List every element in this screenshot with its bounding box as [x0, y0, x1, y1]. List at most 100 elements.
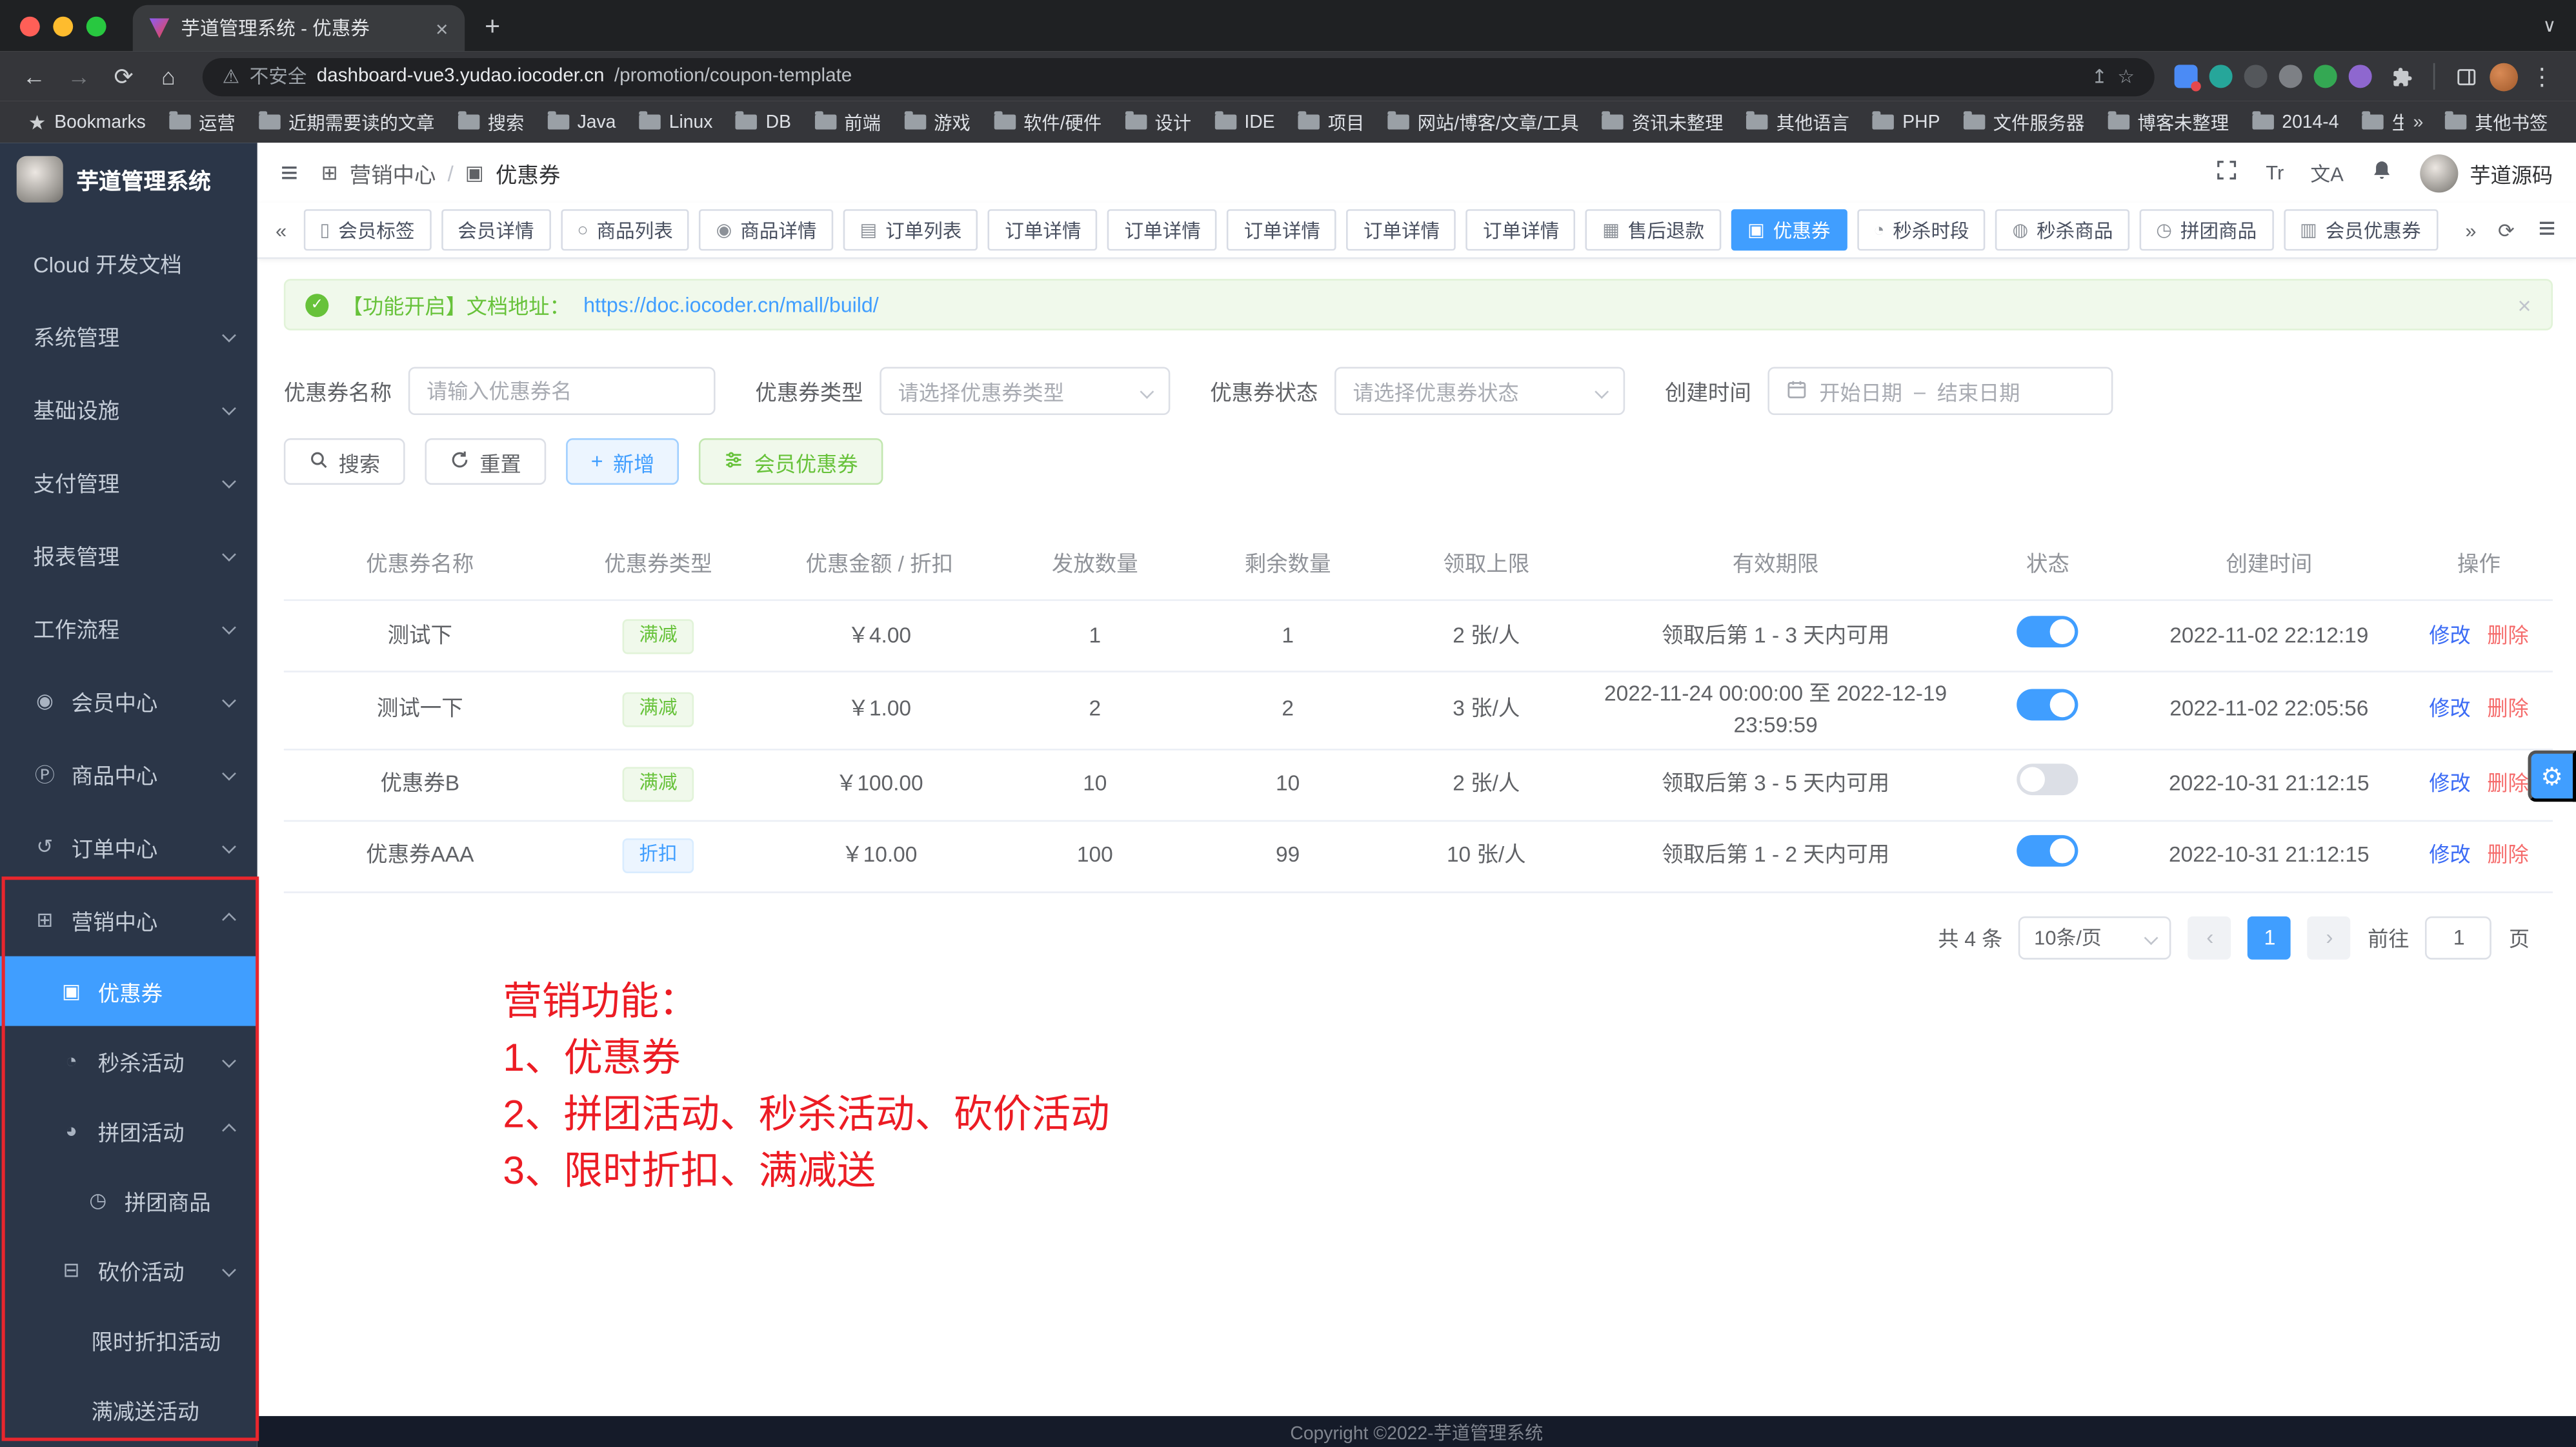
tab-商品列表[interactable]: ○商品列表 [561, 209, 690, 250]
bookmark-folder[interactable]: Linux [627, 104, 724, 141]
add-button[interactable]: + 新增 [566, 438, 679, 485]
extension-icon[interactable] [2244, 65, 2268, 88]
status-toggle[interactable] [2017, 615, 2078, 647]
tab-商品详情[interactable]: ◉商品详情 [699, 209, 833, 250]
zoom-window-button[interactable] [86, 15, 106, 35]
bookmark-folder[interactable]: IDE [1203, 104, 1286, 141]
reload-icon[interactable]: ⟳ [103, 58, 144, 95]
banner-link[interactable]: https://doc.iocoder.cn/mall/build/ [583, 293, 879, 316]
bookmark-folder[interactable]: 游戏 [892, 104, 982, 141]
bookmark-folder[interactable]: Java [536, 104, 627, 141]
language-icon[interactable]: 文A [2310, 159, 2343, 187]
bookmark-folder[interactable]: 运营 [157, 104, 247, 141]
delete-link[interactable]: 删除 [2487, 698, 2528, 721]
extension-icon[interactable] [2175, 65, 2198, 88]
tab-会员标签[interactable]: ▯会员标签 [303, 209, 431, 250]
bookmark-folder[interactable]: 项目 [1287, 104, 1376, 141]
reset-button[interactable]: 重置 [425, 438, 547, 485]
current-page[interactable]: 1 [2248, 916, 2291, 959]
bookmark-star-icon[interactable]: ☆ [2117, 65, 2135, 88]
goto-page-input[interactable] [2426, 916, 2492, 959]
bookmark-folder[interactable]: 文件服务器 [1951, 104, 2096, 141]
forward-icon[interactable]: → [58, 58, 99, 95]
tab-订单详情[interactable]: 订单详情 [1227, 209, 1337, 250]
bookmark-folder[interactable]: DB [724, 104, 803, 141]
tab-会员详情[interactable]: 会员详情 [441, 209, 551, 250]
tab-售后退款[interactable]: ▦售后退款 [1586, 209, 1721, 250]
sidebar-item-groupbuy[interactable]: ◕拼团活动 [0, 1096, 257, 1166]
bookmark-folder[interactable]: 其他语言 [1735, 104, 1860, 141]
bookmark-folder[interactable]: 搜索 [446, 104, 536, 141]
browser-profile-avatar[interactable] [2490, 62, 2518, 90]
sidebar-item-groupbuy-product[interactable]: ◷拼团商品 [0, 1166, 257, 1235]
bookmark-folder[interactable]: 软件/硬件 [982, 104, 1113, 141]
tab-订单详情[interactable]: 订单详情 [1347, 209, 1456, 250]
bookmark-folder[interactable]: 设计 [1113, 104, 1203, 141]
bookmark-folder[interactable]: PHP [1861, 104, 1952, 141]
security-label[interactable]: 不安全 [250, 63, 307, 90]
browser-menu-icon[interactable]: ⋮ [2521, 58, 2562, 95]
breadcrumb-item[interactable]: 营销中心 [350, 157, 436, 188]
close-window-button[interactable] [20, 15, 40, 35]
bookmark-folder[interactable]: 生活 [2350, 104, 2403, 141]
edit-link[interactable]: 修改 [2429, 773, 2470, 796]
coupon-status-select[interactable]: 请选择优惠券状态 [1334, 367, 1625, 415]
tabs-refresh-icon[interactable]: ⟳ [2493, 218, 2519, 241]
sidebar-item-cloud-docs[interactable]: Cloud 开发文档 [0, 226, 257, 299]
delete-link[interactable]: 删除 [2487, 844, 2528, 867]
bookmark-folder[interactable]: 前端 [803, 104, 892, 141]
sidebar-item-seckill[interactable]: ◔秒杀活动 [0, 1026, 257, 1096]
member-coupon-button[interactable]: 会员优惠券 [699, 438, 883, 485]
other-bookmarks-folder[interactable]: 其他书签 [2433, 104, 2559, 141]
app-logo-row[interactable]: 芋道管理系统 [0, 143, 257, 216]
bookmark-folder[interactable]: 网站/博客/文章/工具 [1376, 104, 1590, 141]
sidebar-item-time-discount[interactable]: 限时折扣活动 [0, 1305, 257, 1375]
bell-icon[interactable] [2370, 157, 2393, 187]
tabs-scroll-left-icon[interactable]: « [270, 218, 292, 241]
extensions-puzzle-icon[interactable] [2382, 58, 2423, 95]
tab-订单详情[interactable]: 订单详情 [989, 209, 1098, 250]
tab-优惠券[interactable]: ▣优惠券 [1731, 209, 1847, 250]
sidebar-item-bargain[interactable]: ⊟砍价活动 [0, 1235, 257, 1305]
banner-close-icon[interactable]: × [2518, 291, 2531, 318]
sidebar-item-product-center[interactable]: Ⓟ商品中心 [0, 737, 257, 810]
edit-link[interactable]: 修改 [2429, 698, 2470, 721]
extension-icon[interactable] [2314, 65, 2337, 88]
back-icon[interactable]: ← [14, 58, 55, 95]
tab-拼团商品[interactable]: ◷拼团商品 [2140, 209, 2273, 250]
bookmark-folder[interactable]: 近期需要读的文章 [247, 104, 447, 141]
settings-fab[interactable]: ⚙ [2528, 751, 2576, 802]
edit-link[interactable]: 修改 [2429, 623, 2470, 647]
address-bar[interactable]: ⚠ 不安全 dashboard-vue3.yudao.iocoder.cn /p… [203, 57, 2155, 96]
sidebar-item-infra[interactable]: 基础设施 [0, 372, 257, 445]
next-page-button[interactable]: › [2308, 916, 2351, 959]
sidebar-item-full-reduction[interactable]: 满减送活动 [0, 1375, 257, 1444]
bookmarks-overflow-icon[interactable]: » [2403, 112, 2433, 132]
tab-订单详情[interactable]: 订单详情 [1108, 209, 1218, 250]
browser-tab[interactable]: 芋道管理系统 - 优惠券 × [133, 5, 465, 52]
status-toggle[interactable] [2017, 690, 2078, 722]
prev-page-button[interactable]: ‹ [2188, 916, 2231, 959]
sidebar-item-payment[interactable]: 支付管理 [0, 445, 257, 518]
tabs-menu-icon[interactable] [2531, 217, 2563, 243]
home-icon[interactable]: ⌂ [148, 58, 189, 95]
page-size-select[interactable]: 10条/页 [2019, 916, 2172, 959]
sidebar-item-order-center[interactable]: ↺订单中心 [0, 810, 257, 883]
edit-link[interactable]: 修改 [2429, 844, 2470, 867]
new-tab-button[interactable]: + [485, 14, 500, 43]
tab-close-icon[interactable]: × [436, 15, 448, 41]
tab-秒杀时段[interactable]: ◔秒杀时段 [1857, 209, 1986, 250]
sidebar-item-coupon[interactable]: ▣优惠券 [0, 956, 257, 1026]
sidebar-item-marketing-center[interactable]: ⊞营销中心 [0, 883, 257, 956]
bookmark-folder[interactable]: 博客未整理 [2096, 104, 2240, 141]
sidebar-item-report[interactable]: 报表管理 [0, 518, 257, 591]
sidebar-item-system[interactable]: 系统管理 [0, 299, 257, 372]
coupon-type-select[interactable]: 请选择优惠券类型 [880, 367, 1170, 415]
date-range-picker[interactable]: 开始日期 – 结束日期 [1768, 367, 2113, 415]
side-panel-icon[interactable] [2445, 58, 2486, 95]
search-button[interactable]: 搜索 [284, 438, 405, 485]
share-icon[interactable]: ↥ [2091, 65, 2108, 88]
tab-秒杀商品[interactable]: ◍秒杀商品 [1996, 209, 2129, 250]
hamburger-icon[interactable]: ≡ [281, 157, 298, 187]
fullscreen-icon[interactable] [2215, 157, 2240, 187]
